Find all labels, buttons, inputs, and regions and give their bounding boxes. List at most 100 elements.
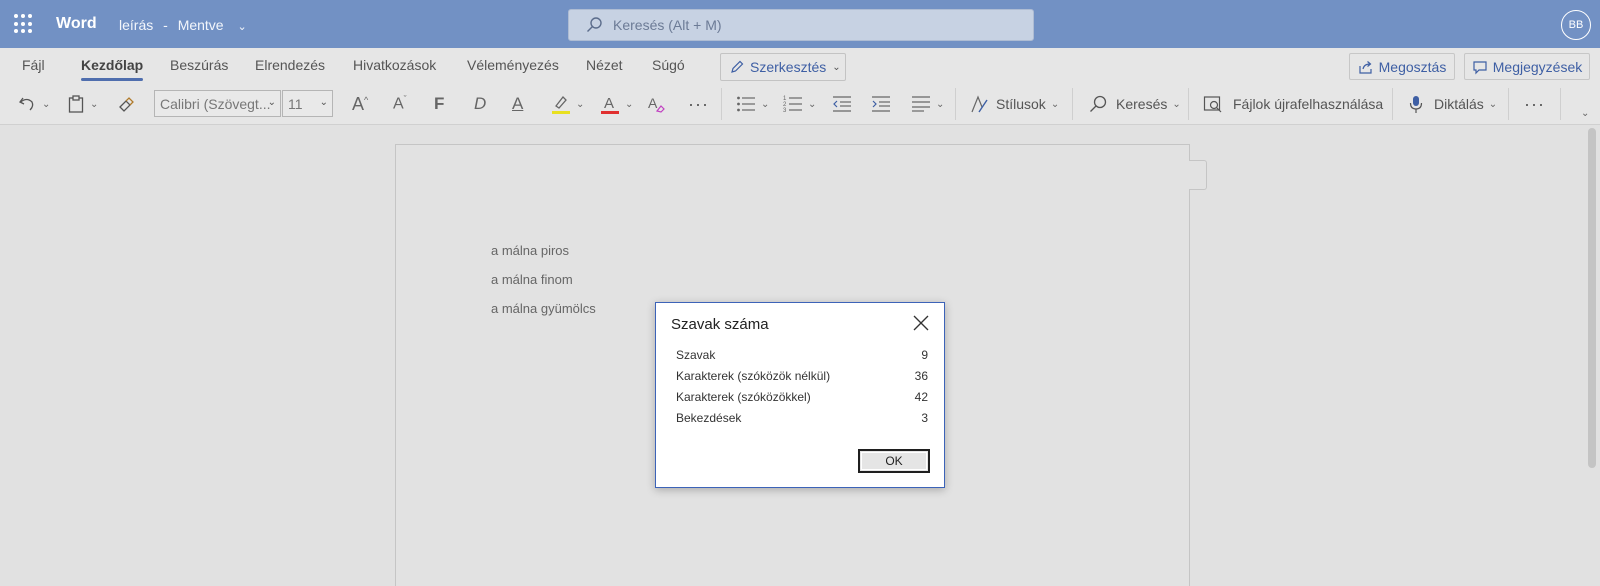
- chevron-down-icon: ⌄: [1488, 98, 1498, 110]
- editing-mode-label: Szerkesztés: [750, 59, 827, 75]
- paste-button[interactable]: ⌄: [67, 92, 98, 116]
- chevron-down-icon: ⌄: [625, 98, 634, 110]
- chevron-down-icon: ⌄: [1172, 98, 1181, 110]
- shrink-font-button[interactable]: Aˇ: [393, 92, 407, 116]
- page-side-tab: [1189, 160, 1207, 190]
- pencil-icon: [731, 60, 744, 73]
- svg-text:3: 3: [783, 108, 787, 113]
- toolbar-divider: [721, 88, 722, 120]
- more-icon: ···: [1524, 93, 1545, 114]
- chevron-down-icon: ⌄: [576, 98, 585, 110]
- reuse-files-label: Fájlok újrafelhasználása: [1233, 96, 1384, 112]
- app-name[interactable]: Word: [56, 15, 97, 33]
- app-launcher-icon[interactable]: [14, 14, 34, 34]
- italic-button[interactable]: D: [474, 92, 486, 116]
- tab-references[interactable]: Hivatkozások: [353, 57, 436, 73]
- tab-layout[interactable]: Elrendezés: [255, 57, 325, 73]
- chevron-down-icon: ⌄: [237, 21, 247, 33]
- grow-font-icon: A^: [352, 93, 369, 114]
- undo-button[interactable]: ⌄: [17, 92, 50, 116]
- decrease-indent-button[interactable]: [832, 92, 852, 116]
- chevron-down-icon: ⌄: [267, 97, 276, 108]
- styles-label: Stílusok: [996, 96, 1046, 112]
- search-icon: [587, 17, 602, 32]
- svg-text:A: A: [648, 95, 658, 111]
- bold-icon: F: [434, 94, 445, 113]
- toolbar-divider: [1072, 88, 1073, 120]
- font-size-value: 11: [288, 95, 303, 112]
- more-icon: ···: [688, 93, 709, 114]
- share-button[interactable]: Megosztás: [1349, 53, 1455, 80]
- tab-view[interactable]: Nézet: [586, 57, 623, 73]
- paragraph[interactable]: a málna gyümölcs: [491, 301, 596, 316]
- ribbon: Fájl Kezdőlap Beszúrás Elrendezés Hivatk…: [0, 48, 1600, 125]
- toolbar-divider: [955, 88, 956, 120]
- font-size-select[interactable]: 11 ⌄: [282, 90, 333, 117]
- format-painter-button[interactable]: [116, 92, 136, 116]
- tab-home[interactable]: Kezdőlap: [81, 57, 144, 81]
- stat-value: 9: [921, 348, 928, 362]
- close-icon[interactable]: [912, 314, 930, 332]
- chevron-down-icon: ⌄: [319, 97, 328, 108]
- chevron-down-icon: ⌄: [42, 98, 51, 110]
- vertical-scrollbar[interactable]: [1588, 128, 1596, 468]
- more-font-options-button[interactable]: ···: [688, 92, 709, 116]
- editing-mode-button[interactable]: Szerkesztés ⌄: [720, 53, 846, 81]
- collapse-ribbon-chevron-icon[interactable]: ⌄: [1581, 108, 1589, 119]
- stat-value: 36: [914, 369, 928, 383]
- font-name-select[interactable]: Calibri (Szövegt... ⌄: [154, 90, 281, 117]
- avatar[interactable]: BB: [1561, 10, 1591, 40]
- numbering-button[interactable]: 1 2 3 ⌄: [783, 92, 816, 116]
- tab-review[interactable]: Véleményezés: [467, 57, 559, 73]
- tab-help[interactable]: Súgó: [652, 57, 685, 73]
- stat-label: Karakterek (szóközök nélkül): [676, 369, 831, 383]
- decrease-indent-icon: [833, 96, 851, 112]
- bold-button[interactable]: F: [434, 92, 444, 116]
- paragraph[interactable]: a málna piros: [491, 243, 569, 258]
- ok-button[interactable]: OK: [858, 449, 930, 473]
- underline-button[interactable]: A: [512, 92, 523, 116]
- increase-indent-icon: [872, 96, 890, 112]
- search-icon: [1090, 95, 1107, 112]
- search-box[interactable]: [568, 9, 1034, 41]
- chevron-down-icon: ⌄: [1050, 98, 1060, 110]
- comment-icon: [1473, 60, 1487, 74]
- stat-label: Szavak: [676, 348, 716, 362]
- share-label: Megosztás: [1378, 58, 1447, 75]
- more-options-button[interactable]: ···: [1524, 92, 1545, 116]
- dictate-button[interactable]: Diktálás ⌄: [1408, 92, 1497, 116]
- format-painter-icon: [119, 97, 134, 112]
- search-input[interactable]: [613, 10, 1013, 40]
- paragraph[interactable]: a málna finom: [491, 272, 573, 287]
- document-title: leírás: [119, 17, 154, 33]
- font-color-button[interactable]: A ⌄: [600, 92, 633, 116]
- align-button[interactable]: ⌄: [911, 92, 944, 116]
- tab-file[interactable]: Fájl: [22, 57, 45, 73]
- chevron-down-icon: ⌄: [936, 98, 945, 110]
- comments-label: Megjegyzések: [1492, 58, 1583, 75]
- word-count-dialog: Szavak száma Szavak 9 Karakterek (szóköz…: [655, 302, 945, 488]
- find-button[interactable]: Keresés ⌄: [1088, 92, 1181, 116]
- stat-label: Bekezdések: [676, 411, 742, 425]
- bullet-list-icon: [737, 96, 755, 112]
- styles-icon: [971, 95, 988, 113]
- chevron-down-icon: ⌄: [832, 61, 841, 73]
- toolbar-divider: [1188, 88, 1189, 120]
- highlight-button[interactable]: ⌄: [551, 92, 584, 116]
- grow-font-button[interactable]: A^: [352, 92, 368, 116]
- increase-indent-button[interactable]: [871, 92, 891, 116]
- highlighter-icon: [552, 96, 570, 114]
- comments-button[interactable]: Megjegyzések: [1464, 53, 1590, 80]
- document-title-menu[interactable]: leírás - Mentve ⌄: [119, 17, 247, 33]
- bullets-button[interactable]: ⌄: [736, 92, 769, 116]
- tab-insert[interactable]: Beszúrás: [170, 57, 228, 73]
- share-icon: [1359, 60, 1372, 74]
- styles-button[interactable]: Stílusok ⌄: [970, 92, 1059, 116]
- reuse-files-button[interactable]: Fájlok újrafelhasználása: [1203, 92, 1383, 116]
- clear-formatting-button[interactable]: A: [646, 92, 666, 116]
- toolbar-divider: [1560, 88, 1561, 120]
- stat-row-paragraphs: Bekezdések 3: [676, 411, 928, 429]
- reuse-files-icon: [1203, 96, 1222, 113]
- toolbar-divider: [1392, 88, 1393, 120]
- numbered-list-icon: 1 2 3: [783, 96, 802, 113]
